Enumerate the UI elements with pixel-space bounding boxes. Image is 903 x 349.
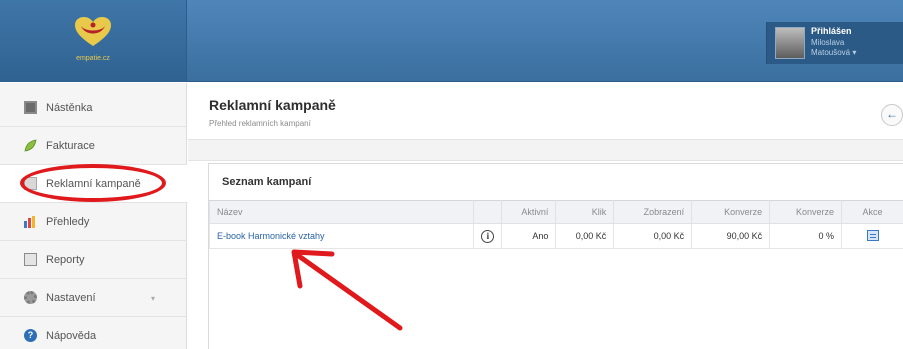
sidebar-item-label: Nápověda [46,330,97,342]
page-subtitle: Přehled reklamních kampaní [209,119,311,128]
sidebar-item-billing[interactable]: Fakturace [0,127,187,165]
content-divider [188,139,903,161]
table-header-row: Název Aktivní Klik Zobrazení Konverze Ko… [208,200,903,224]
heart-logo-icon [75,17,111,46]
sidebar-item-reports[interactable]: Reporty [0,241,187,279]
report-icon [24,253,37,266]
conversion-rate-cell: 0 % [769,223,843,249]
annotation-ellipse [20,164,166,202]
logo-area[interactable]: empatie.cz [0,0,187,82]
column-header-info [473,200,503,224]
avatar [775,27,805,59]
user-last-name-dropdown[interactable]: Matoušová ▾ [811,48,856,57]
clicks-cell: 0,00 Kč [555,223,615,249]
login-status-label: Přihlášen [811,26,852,36]
leaf-icon [24,139,37,152]
actions-cell [841,223,903,249]
edit-list-icon[interactable] [866,229,879,241]
user-menu[interactable]: Přihlášen Miloslava Matoušová ▾ [766,22,903,64]
sidebar-item-label: Přehledy [46,216,90,228]
sidebar: Nástěnka Fakturace Reklamní kampaně Přeh… [0,83,188,349]
active-cell: Ano [501,223,557,249]
bar-chart-icon [24,215,37,228]
column-header-conversion-rate[interactable]: Konverze [769,200,843,224]
sidebar-item-settings[interactable]: Nastavení ▾ [0,279,187,317]
column-header-name[interactable]: Název [208,200,475,224]
column-header-clicks[interactable]: Klik [555,200,615,224]
info-icon[interactable]: i [481,229,495,243]
info-cell: i [473,223,503,249]
sidebar-item-label: Nástěnka [46,102,93,114]
annotation-arrow [291,249,403,331]
monitor-icon [24,101,37,114]
help-icon: ? [24,329,37,342]
top-bar: empatie.cz Přihlášen Miloslava Matoušová… [0,0,903,82]
sidebar-item-label: Nastavení [46,292,96,304]
impressions-cell: 0,00 Kč [613,223,693,249]
logo[interactable]: empatie.cz [62,16,124,68]
back-button[interactable]: ← [881,104,903,126]
logo-text: empatie.cz [76,55,110,62]
column-header-conversions[interactable]: Konverze [691,200,771,224]
sidebar-item-overviews[interactable]: Přehledy [0,203,187,241]
chevron-down-icon: ▾ [150,294,155,303]
panel-title: Seznam kampaní [222,176,312,188]
conversions-cell: 90,00 Kč [691,223,771,249]
sidebar-item-label: Fakturace [46,140,95,152]
column-header-actions: Akce [841,200,903,224]
column-header-impressions[interactable]: Zobrazení [613,200,693,224]
gear-icon [24,291,37,304]
column-header-active[interactable]: Aktivní [501,200,557,224]
page-title: Reklamní kampaně [209,97,336,113]
sidebar-item-label: Reporty [46,254,85,266]
user-first-name: Miloslava [811,38,845,47]
sidebar-item-help[interactable]: ? Nápověda [0,317,187,349]
sidebar-item-dashboard[interactable]: Nástěnka [0,89,187,127]
